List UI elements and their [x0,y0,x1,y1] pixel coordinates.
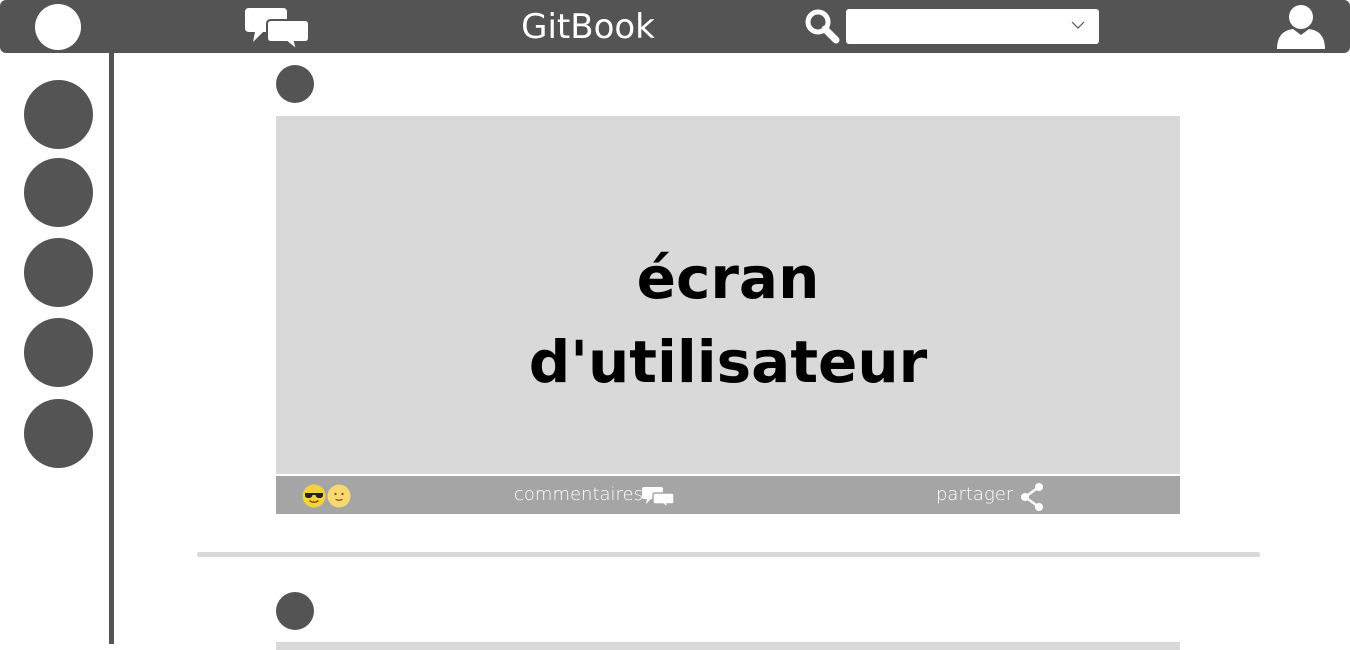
post-divider [197,552,1260,557]
search-input[interactable] [854,15,1058,39]
post-media-caption: écran d'utilisateur [276,236,1180,404]
cool-emoji-icon[interactable] [302,484,326,508]
sidebar-item-4[interactable] [24,318,93,387]
logo-icon[interactable] [35,4,81,50]
share-button[interactable]: partager [936,476,1048,514]
search-icon[interactable] [804,8,840,44]
messages-icon[interactable] [245,6,309,50]
sidebar-item-3[interactable] [24,238,93,307]
sidebar-divider [109,53,114,644]
share-label: partager [936,484,1014,505]
post-media[interactable]: écran d'utilisateur [276,116,1180,474]
top-navigation-bar: GitBook [0,0,1350,53]
media-caption-line-1: écran [636,244,820,312]
post-actions-bar: commentaires partager [276,476,1180,514]
media-caption-line-2: d'utilisateur [528,328,928,396]
sidebar-item-1[interactable] [24,80,93,149]
comments-label: commentaires [514,484,644,505]
search-field[interactable] [846,9,1099,44]
chevron-down-icon[interactable] [1071,20,1085,30]
sidebar-item-2[interactable] [24,158,93,227]
comments-button[interactable]: commentaires [514,476,678,514]
post-author-avatar[interactable] [276,65,314,103]
user-account-icon[interactable] [1274,3,1328,49]
comments-icon [642,487,674,508]
post-media[interactable] [276,642,1180,650]
smile-emoji-icon[interactable] [327,484,351,508]
app-title: GitBook [521,7,655,47]
share-icon [1021,483,1043,511]
sidebar-item-5[interactable] [24,399,93,468]
post-author-avatar[interactable] [276,592,314,630]
